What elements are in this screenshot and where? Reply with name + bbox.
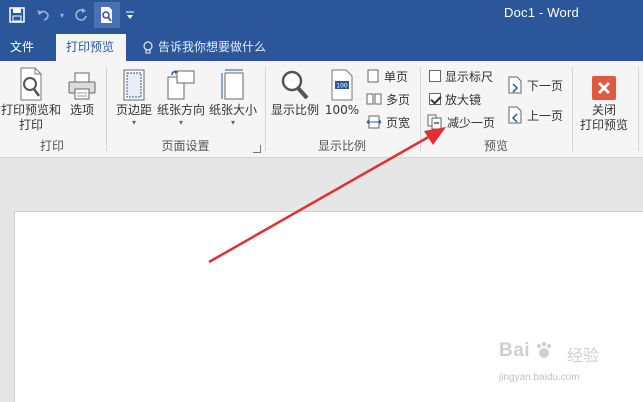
hundred-percent-icon: 100 <box>331 69 353 101</box>
orientation-label: 纸张方向 <box>156 103 205 117</box>
chevron-down-icon: ▾ <box>230 118 235 127</box>
print-preview-icon <box>101 7 112 23</box>
one-page-label: 单页 <box>384 69 409 84</box>
next-page-button[interactable]: 下一页 <box>507 75 563 95</box>
close-print-preview-button[interactable]: 关闭 打印预览 <box>575 65 633 133</box>
zoom-100-label: 100% <box>324 103 360 117</box>
document-title: Doc1 - Word <box>504 5 579 20</box>
previous-page-label: 上一页 <box>527 108 564 123</box>
previous-page-button[interactable]: 上一页 <box>507 105 563 125</box>
tell-me-box[interactable]: 告诉我你想要做什么 <box>142 34 266 61</box>
zoom-button[interactable]: 显示比例 <box>268 65 322 118</box>
one-page-icon <box>367 69 379 83</box>
undo-button[interactable] <box>30 2 56 28</box>
tell-me-label: 告诉我你想要做什么 <box>158 40 267 54</box>
print-preview-label-1: 打印预览和 <box>0 103 61 117</box>
shrink-one-page-button[interactable]: 减少一页 <box>427 112 495 132</box>
paper-size-icon <box>221 69 244 100</box>
multiple-pages-label: 多页 <box>386 92 411 107</box>
watermark-url: jingyan.baidu.com <box>499 372 580 383</box>
show-ruler-box[interactable] <box>429 70 441 82</box>
page-width-icon <box>366 115 382 129</box>
zoom-group: 显示比例 100 100% 单页 多页 页宽 显示比例 <box>266 61 418 157</box>
page-setup-group-label: 页面设置 <box>161 139 210 153</box>
ribbon-tab-bar: 文件 打印预览 告诉我你想要做什么 <box>0 30 643 61</box>
undo-icon <box>37 10 49 21</box>
zoom-label: 显示比例 <box>270 103 319 117</box>
shrink-one-page-icon <box>427 114 442 130</box>
group-divider <box>572 67 573 151</box>
size-label: 纸张大小 <box>208 103 257 117</box>
preview-group-label: 预览 <box>483 139 508 153</box>
show-ruler-label: 显示标尺 <box>445 69 494 84</box>
save-icon <box>9 7 25 23</box>
margins-button[interactable]: 页边距 ▾ <box>111 65 157 128</box>
multiple-pages-button[interactable]: 多页 <box>366 89 410 109</box>
size-button[interactable]: 纸张大小 ▾ <box>207 65 259 128</box>
options-label: 选项 <box>69 103 94 117</box>
title-bar: ▾ Doc1 - Word <box>0 0 643 30</box>
one-page-button[interactable]: 单页 <box>366 66 408 86</box>
group-divider <box>638 67 639 151</box>
lightbulb-icon <box>143 40 153 53</box>
svg-text:100: 100 <box>336 83 348 90</box>
preview-group: 显示标尺 放大镜 减少一页 下一页 上一页 预览 <box>421 61 571 157</box>
print-group-label: 打印 <box>39 139 64 153</box>
orientation-button[interactable]: 纸张方向 ▾ <box>155 65 207 128</box>
close-label-1: 关闭 <box>591 103 616 117</box>
zoom-100-button[interactable]: 100 100% <box>324 65 360 118</box>
print-preview-icon <box>20 67 42 101</box>
customize-qat-icon <box>126 11 134 19</box>
printer-icon <box>68 72 96 100</box>
shrink-one-page-label: 减少一页 <box>447 115 496 130</box>
margins-label: 页边距 <box>115 103 152 117</box>
redo-icon <box>75 8 87 21</box>
tab-file[interactable]: 文件 <box>0 34 44 61</box>
print-preview-label-2: 打印 <box>18 118 43 132</box>
save-button[interactable] <box>4 2 30 28</box>
ribbon: 打印预览和 打印 选项 打印 页边距 ▾ 纸张方向 ▾ 纸张大小 ▾ 页面设置 … <box>0 61 643 158</box>
multiple-pages-icon <box>366 93 382 105</box>
options-button[interactable]: 选项 <box>64 65 100 118</box>
magnifier-box[interactable] <box>429 93 441 105</box>
page-width-label: 页宽 <box>386 115 411 130</box>
watermark-brand: Bai <box>499 340 531 361</box>
show-ruler-checkbox[interactable]: 显示标尺 <box>429 66 493 86</box>
print-group: 打印预览和 打印 选项 打印 <box>0 61 104 157</box>
close-label-2: 打印预览 <box>579 118 628 132</box>
close-icon <box>592 76 616 100</box>
chevron-down-icon: ▾ <box>178 118 183 127</box>
page-setup-group: 页边距 ▾ 纸张方向 ▾ 纸张大小 ▾ 页面设置 <box>107 61 264 157</box>
redo-button[interactable] <box>68 2 94 28</box>
baidu-watermark: Bai 经验 jingyan.baidu.com <box>495 338 635 398</box>
paw-logo-icon <box>537 342 551 358</box>
margins-icon <box>123 69 145 101</box>
next-page-label: 下一页 <box>527 78 564 93</box>
print-preview-qat-button[interactable] <box>94 2 120 28</box>
quick-access-toolbar: ▾ <box>4 2 140 28</box>
page-setup-launcher[interactable] <box>253 145 261 153</box>
customize-qat-button[interactable] <box>120 2 140 28</box>
magnifier-label: 放大镜 <box>445 92 482 107</box>
magnifier-icon <box>281 70 309 100</box>
previous-page-icon <box>508 106 522 124</box>
magnifier-checkbox[interactable]: 放大镜 <box>429 89 481 109</box>
next-page-icon <box>508 76 522 94</box>
zoom-group-label: 显示比例 <box>317 139 366 153</box>
chevron-down-icon: ▾ <box>59 10 64 20</box>
orientation-icon <box>167 70 195 100</box>
watermark-brand-cn: 经验 <box>567 346 600 365</box>
print-preview-and-print-button[interactable]: 打印预览和 打印 <box>0 65 62 133</box>
chevron-down-icon: ▾ <box>131 118 136 127</box>
tab-print-preview[interactable]: 打印预览 <box>56 34 126 61</box>
undo-dropdown[interactable]: ▾ <box>56 2 68 28</box>
page-width-button[interactable]: 页宽 <box>366 112 410 132</box>
